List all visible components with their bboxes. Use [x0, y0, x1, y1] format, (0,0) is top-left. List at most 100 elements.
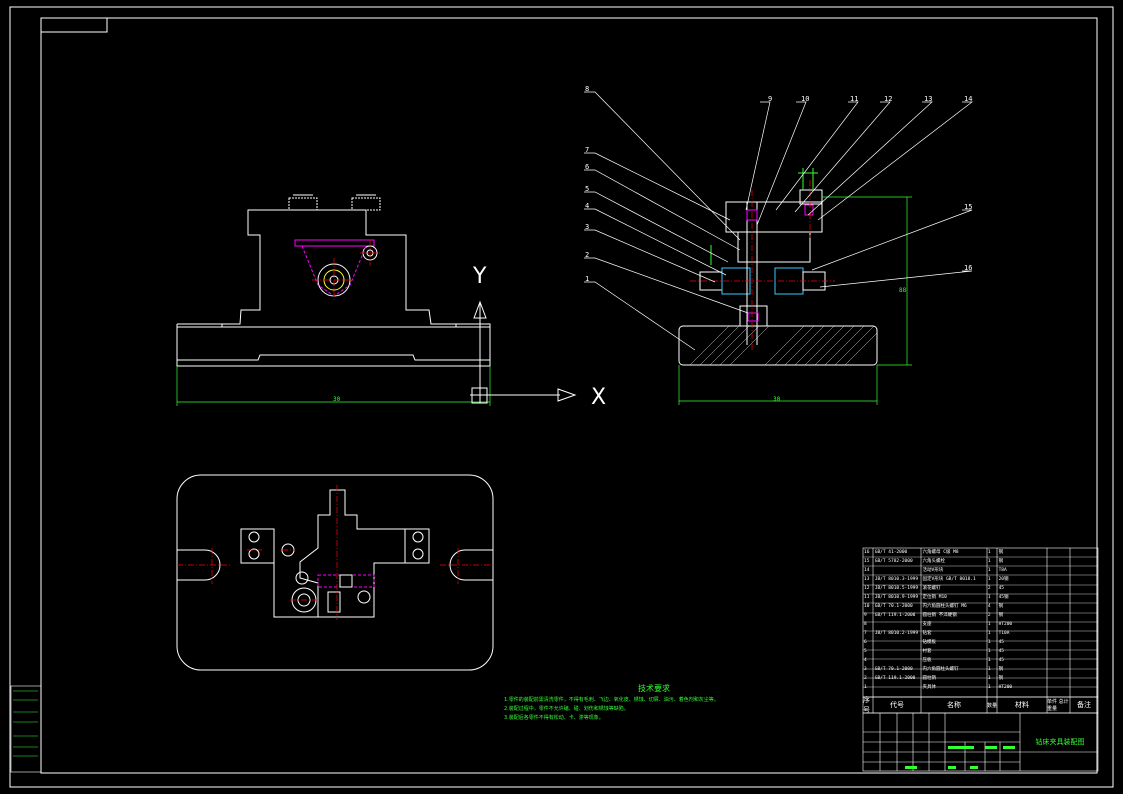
bom-cell-qty: 1 [987, 667, 991, 672]
bom-cell-name: 固定V形块 GB/T 8018.1 [922, 577, 976, 582]
balloon-16: 16 [964, 264, 973, 272]
bom-cell-no: 13 [864, 577, 870, 582]
bom-cell-code: JB/T 8010.3-1999 [874, 577, 919, 582]
bom-cell-code [874, 647, 922, 656]
top-view [176, 474, 494, 671]
bom-cell-qty: 1 [987, 559, 991, 564]
bom-cell-note [1047, 620, 1098, 629]
balloon-14: 14 [964, 95, 973, 103]
bom-cell-material: 钢 [998, 667, 1004, 672]
balloon-5: 5 [585, 185, 590, 193]
bom-cell-name: 圆柱销 不淬硬钢 [922, 613, 957, 618]
leader-lines [584, 91, 974, 351]
bom-cell-note [1047, 647, 1098, 656]
bom-row: 11 JB/T 8010.9-1999 定位销 M10 1 45钢 [863, 593, 1098, 602]
bom-row: 15 GB/T 5782-2000 六角头螺栓 1 钢 [863, 557, 1098, 566]
bom-cell-qty: 4 [987, 604, 991, 609]
bom-header-note: 备注 [1077, 701, 1091, 709]
bom-cell-material: T8A [998, 568, 1007, 573]
bom-cell-material: 钢 [998, 559, 1004, 564]
bom-cell-note [1047, 683, 1098, 692]
bom-cell-no: 4 [864, 658, 867, 663]
bom-cell-qty: 1 [987, 676, 991, 681]
bom-cell-note [1047, 593, 1098, 602]
technical-notes: 技术要求 1.零件的装配前需清洗零件，不得有毛刺、飞边、氧化皮、锈蚀、切屑、油污… [504, 684, 804, 723]
bom-cell-no: 7 [864, 631, 867, 636]
bom-cell-qty: 1 [987, 622, 991, 627]
bom-cell-no: 6 [864, 640, 867, 645]
bom-cell-name: 钻模板 [922, 640, 937, 645]
margin-stamp [10, 685, 42, 773]
bom-cell-qty: 1 [987, 595, 991, 600]
bom-cell-qty: 1 [987, 658, 991, 663]
bom-row: 12 JB/T 8010.5-1999 滚花螺钉 2 45 [863, 584, 1098, 593]
bom-cell-note [1047, 656, 1098, 665]
bom-cell-no: 2 [864, 676, 867, 681]
bom-cell-code: JB/T 8010.9-1999 [874, 595, 919, 600]
bom-cell-code [874, 656, 922, 665]
bom-row: 4 压板 1 45 [863, 656, 1098, 665]
bom-cell-note [1047, 629, 1098, 638]
side-section [678, 189, 878, 366]
bom-row: 5 衬套 1 45 [863, 647, 1098, 656]
bom-header-no: 序号 [863, 696, 870, 714]
balloon-2: 2 [585, 251, 590, 259]
balloon-1: 1 [585, 275, 590, 283]
bom-cell-qty: 1 [987, 685, 991, 690]
bom-cell-material: 钢 [998, 676, 1004, 681]
balloon-9: 9 [768, 95, 773, 103]
top-centerlines [177, 485, 493, 620]
bom-cell-qty: 1 [987, 640, 991, 645]
balloon-13: 13 [924, 95, 933, 103]
bom-cell-note [1047, 557, 1098, 566]
bom-cell-no: 3 [864, 667, 867, 672]
bom-cell-name: 六角螺母 C级 M8 [922, 550, 959, 555]
bom-row: 3 GB/T 70.1-2000 内六角圆柱头螺钉 1 钢 [863, 665, 1098, 674]
bom-cell-code: GB/T 5782-2000 [874, 559, 913, 564]
side-highlights [710, 168, 818, 322]
bom-row: 6 钻模板 1 45 [863, 638, 1098, 647]
bom-cell-no: 9 [864, 613, 867, 618]
bom-cell-note [1047, 575, 1098, 584]
drawing-name: 钻床夹具装配图 [1035, 738, 1085, 746]
balloon-10: 10 [801, 95, 810, 103]
bom-cell-code: JB/T 8010.5-1999 [874, 586, 919, 591]
bom-header-name: 名称 [947, 701, 961, 709]
bom-cell-code: GB/T 41-2000 [874, 550, 908, 555]
side-dim-width: 30 [773, 396, 781, 403]
bom-cell-name: 圆柱销 [922, 676, 937, 681]
bom-cell-material: 45 [998, 640, 1005, 645]
bom-cell-material: 45 [998, 649, 1005, 654]
bom-cell-no: 1 [864, 685, 867, 690]
bom-table: 16 GB/T 41-2000 六角螺母 C级 M8 1 钢 15 GB/T 5782-20… [863, 548, 1098, 692]
bom-row: 10 GB/T 70.1-2000 内六角圆柱头螺钉 M6 4 钢 [863, 602, 1098, 611]
bom-cell-qty: 2 [987, 613, 991, 618]
bom-row: 2 GB/T 119.1-2000 圆柱销 1 钢 [863, 674, 1098, 683]
bom-cell-qty: 2 [987, 586, 991, 591]
x-axis-label: X [591, 385, 606, 410]
front-dim-text: 30 [333, 396, 341, 403]
bom-cell-note [1047, 548, 1098, 557]
balloon-3: 3 [585, 223, 590, 231]
bom-cell-no: 16 [864, 550, 870, 555]
bom-cell-name: 内六角圆柱头螺钉 M6 [922, 604, 967, 609]
bom-cell-material: 钢 [998, 604, 1004, 609]
bom-cell-name: 压板 [922, 658, 932, 663]
balloon-6: 6 [585, 163, 590, 171]
bom-cell-code: GB/T 119.1-2000 [874, 613, 916, 618]
bom-cell-name: 内六角圆柱头螺钉 [922, 667, 959, 672]
bom-cell-note [1047, 566, 1098, 575]
bom-header-weight: 单件 总计 重量 [1047, 699, 1069, 712]
bom-header: 序号 代号 名称 数量 材料 单件 总计 重量 备注 [863, 696, 1098, 714]
bom-cell-name: 活动V形块 [922, 568, 944, 573]
balloon-15: 15 [964, 203, 973, 211]
bom-cell-no: 8 [864, 622, 867, 627]
bom-cell-code [874, 620, 922, 629]
bom-cell-name: 支座 [922, 622, 932, 627]
ucs-axes [470, 300, 577, 404]
bom-row: 14 活动V形块 1 T8A [863, 566, 1098, 575]
side-dim-height: 88 [899, 287, 907, 294]
bom-cell-note [1047, 611, 1098, 620]
bom-cell-material: 钢 [998, 613, 1004, 618]
bom-cell-code: GB/T 70.1-2000 [874, 667, 913, 672]
